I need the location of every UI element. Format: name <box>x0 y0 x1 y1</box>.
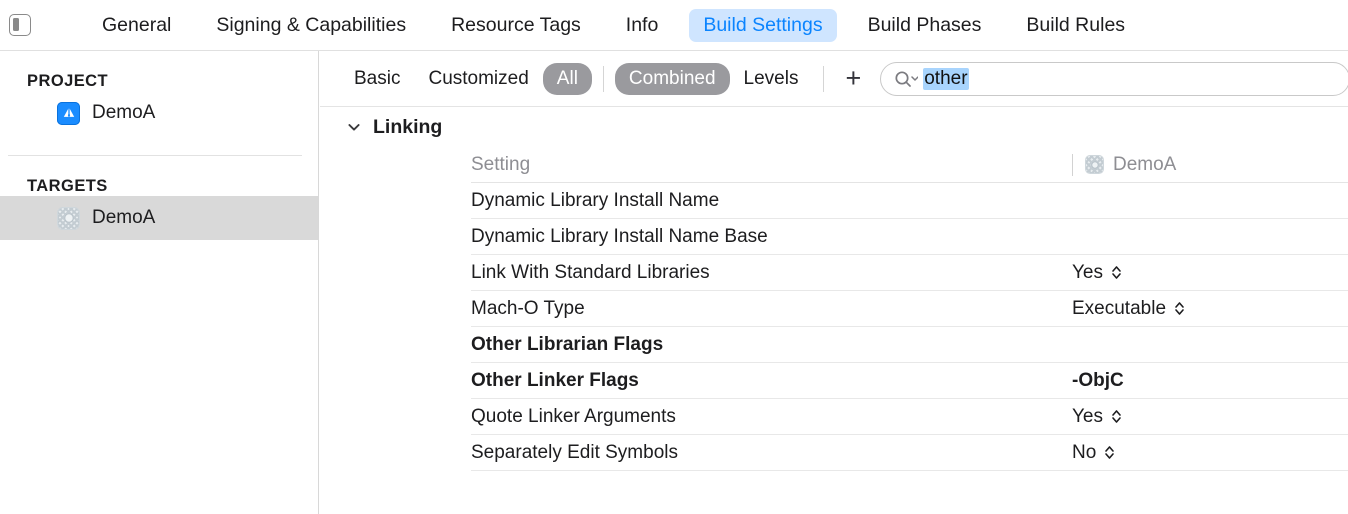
setting-name: Dynamic Library Install Name Base <box>471 225 768 247</box>
tab-build-phases[interactable]: Build Phases <box>854 9 996 42</box>
sidebar-toggle-fill <box>13 17 19 31</box>
settings-group-title: Linking <box>373 115 443 138</box>
sidebar-item-label: DemoA <box>92 102 156 123</box>
sidebar-item-label: DemoA <box>92 207 156 228</box>
stepper-icon[interactable] <box>1110 407 1123 426</box>
targets-section-heading: TARGETS <box>27 177 108 195</box>
setting-value-text: Yes <box>1072 261 1103 283</box>
column-header-target: DemoA <box>1072 153 1177 176</box>
table-row[interactable]: Separately Edit Symbols No <box>471 435 1348 471</box>
project-list: DemoA <box>0 91 318 135</box>
search-field[interactable]: other <box>880 61 1348 96</box>
table-row[interactable]: Dynamic Library Install Name Base <box>471 219 1348 255</box>
filter-divider-2 <box>823 65 825 92</box>
setting-value-text: Executable <box>1072 297 1167 319</box>
target-app-icon <box>1085 155 1104 174</box>
tab-list: General Signing & Capabilities Resource Ta… <box>88 8 1139 42</box>
filter-button-combined[interactable]: Combined <box>614 62 730 95</box>
tab-signing-capabilities[interactable]: Signing & Capabilities <box>202 9 420 42</box>
column-header-target-label: DemoA <box>1113 153 1177 175</box>
tab-general[interactable]: General <box>88 9 185 42</box>
scope-segmented-control: Basic Customized All <box>340 62 592 95</box>
setting-value-text: Yes <box>1072 405 1103 427</box>
sidebar-toggle-icon[interactable] <box>9 14 31 36</box>
setting-name: Other Librarian Flags <box>471 333 664 355</box>
search-input-value[interactable]: other <box>923 67 969 90</box>
column-divider <box>1072 153 1073 176</box>
table-row[interactable]: Other Librarian Flags <box>471 327 1348 363</box>
settings-group-header[interactable]: Linking <box>320 107 1348 147</box>
add-setting-button[interactable]: + <box>835 65 871 92</box>
app-store-icon <box>57 101 80 125</box>
table-row[interactable]: Other Linker Flags -ObjC <box>471 363 1348 399</box>
stepper-icon[interactable] <box>1173 299 1186 318</box>
tab-resource-tags[interactable]: Resource Tags <box>437 9 595 42</box>
build-settings-pane: Basic Customized All Combined Levels + othe… <box>320 51 1348 514</box>
filter-button-customized[interactable]: Customized <box>414 63 542 95</box>
setting-value[interactable]: -ObjC <box>1072 370 1124 392</box>
filter-button-levels[interactable]: Levels <box>730 63 813 95</box>
tab-build-rules[interactable]: Build Rules <box>1012 9 1139 42</box>
setting-value[interactable]: Executable <box>1072 298 1186 320</box>
setting-name: Mach-O Type <box>471 297 585 319</box>
table-row[interactable]: Quote Linker Arguments Yes <box>471 399 1348 435</box>
filter-button-basic[interactable]: Basic <box>340 63 414 95</box>
tab-info[interactable]: Info <box>612 9 673 42</box>
setting-name: Quote Linker Arguments <box>471 405 676 427</box>
setting-name: Dynamic Library Install Name <box>471 189 720 211</box>
column-header-setting: Setting <box>471 153 531 175</box>
setting-name: Separately Edit Symbols <box>471 441 678 463</box>
setting-value[interactable]: Yes <box>1072 262 1123 284</box>
setting-value-text: No <box>1072 441 1097 463</box>
build-settings-filter-bar: Basic Customized All Combined Levels + othe… <box>320 51 1348 107</box>
search-icon[interactable] <box>894 70 919 87</box>
setting-value[interactable]: No <box>1072 442 1116 464</box>
xcode-build-settings-window: General Signing & Capabilities Resource Ta… <box>0 0 1348 514</box>
stepper-icon[interactable] <box>1103 443 1116 462</box>
editor-tab-bar: General Signing & Capabilities Resource Ta… <box>0 0 1348 51</box>
table-row[interactable]: Link With Standard Libraries Yes <box>471 255 1348 291</box>
filter-divider-1 <box>602 65 604 92</box>
table-header-row: Setting DemoA <box>471 147 1348 183</box>
target-app-icon <box>57 206 80 230</box>
chevron-down-icon[interactable] <box>346 119 362 135</box>
setting-value-text: -ObjC <box>1072 369 1124 391</box>
table-row[interactable]: Dynamic Library Install Name <box>471 183 1348 219</box>
table-row[interactable]: Mach-O Type Executable <box>471 291 1348 327</box>
setting-name: Other Linker Flags <box>471 369 639 391</box>
build-settings-table: Setting DemoA Dynamic Library Install Na… <box>320 147 1348 471</box>
setting-name: Link With Standard Libraries <box>471 261 710 283</box>
project-section-heading: PROJECT <box>27 72 109 90</box>
view-segmented-control: Combined Levels <box>614 62 813 95</box>
sidebar-item-project-demoa[interactable]: DemoA <box>0 91 318 135</box>
tab-build-settings[interactable]: Build Settings <box>689 8 837 42</box>
table-body: Dynamic Library Install Name Dynamic Libr… <box>320 183 1348 471</box>
filter-button-all[interactable]: All <box>542 62 592 95</box>
sidebar-item-target-demoa[interactable]: DemoA <box>0 196 318 240</box>
target-list: DemoA <box>0 196 318 240</box>
project-navigator-sidebar: PROJECT DemoA TARGETS DemoA <box>0 51 319 514</box>
stepper-icon[interactable] <box>1110 263 1123 282</box>
setting-value[interactable]: Yes <box>1072 406 1123 428</box>
